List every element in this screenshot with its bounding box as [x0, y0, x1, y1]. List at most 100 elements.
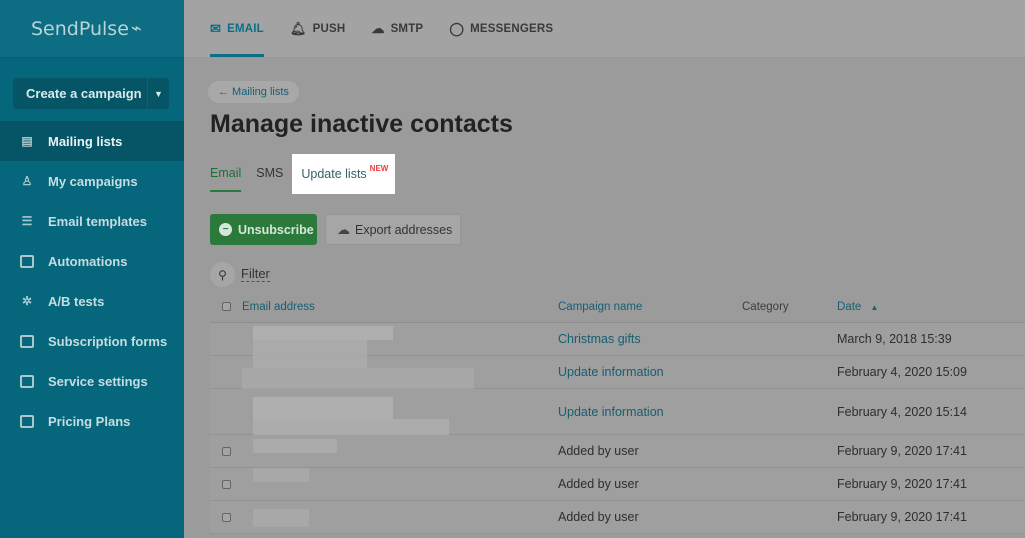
breadcrumb[interactable]: ← Mailing lists	[208, 81, 299, 103]
table-row[interactable]: Update information February 4, 2020 15:0…	[210, 356, 1025, 389]
unsubscribe-button[interactable]: − Unsubscribe	[210, 214, 317, 245]
create-campaign-button[interactable]: Create a campaign ▼	[13, 78, 169, 109]
cloud-icon: ☁	[371, 20, 385, 36]
campaign-icon: ♙	[21, 174, 33, 188]
page-title: Manage inactive contacts	[210, 110, 513, 138]
header-category: Category	[742, 300, 789, 313]
campaign-name: Added by user	[558, 477, 639, 491]
table-row[interactable]: Added by user February 9, 2020 17:41	[210, 435, 1025, 468]
table-row[interactable]: Added by user February 9, 2020 17:41	[210, 501, 1025, 534]
blurred-email	[242, 468, 558, 500]
blurred-email	[242, 389, 558, 435]
sidebar-item-label: A/B tests	[48, 293, 105, 309]
brand-name: SendPulse	[31, 17, 129, 40]
template-icon: ☰	[21, 214, 33, 228]
sendpulse-logo[interactable]: SendPulse ⌁	[0, 0, 184, 58]
sidebar-item-subscription-forms[interactable]: Subscription forms	[0, 321, 184, 361]
mail-icon: ✉	[210, 20, 222, 36]
automation-icon	[20, 254, 34, 268]
sidebar-item-service-settings[interactable]: Service settings	[0, 361, 184, 401]
tab-label: EMAIL	[227, 22, 264, 35]
sidebar-item-label: Service settings	[48, 373, 148, 389]
chevron-down-icon[interactable]: ▼	[147, 78, 169, 109]
blurred-email	[242, 323, 558, 356]
header-email[interactable]: Email address	[242, 301, 558, 313]
sidebar-item-label: Email templates	[48, 213, 147, 229]
tab-push[interactable]: 🔔︎ PUSH	[290, 0, 345, 57]
sidebar-item-label: Subscription forms	[48, 333, 168, 349]
table-row[interactable]: Added by user February 9, 2020 17:41	[210, 468, 1025, 501]
tab-smtp[interactable]: ☁ SMTP	[371, 0, 423, 57]
search-icon[interactable]: ⚲	[210, 262, 235, 287]
tab-email-contacts[interactable]: Email	[210, 154, 242, 192]
tab-update-lists[interactable]: Update lists NEW	[292, 154, 396, 194]
pulse-icon: ⌁	[130, 18, 142, 39]
header-campaign[interactable]: Campaign name	[558, 301, 742, 313]
settings-icon	[20, 374, 34, 388]
header-date[interactable]: Date ▲	[837, 301, 1025, 313]
row-checkbox[interactable]	[221, 479, 231, 489]
tab-label: SMS	[256, 166, 284, 180]
row-date: February 4, 2020 15:14	[837, 404, 967, 419]
table-row[interactable]: Christmas gifts March 9, 2018 15:39	[210, 323, 1025, 356]
sidebar-item-mailing-lists[interactable]: ▤ Mailing lists	[0, 121, 184, 161]
minus-circle-icon: −	[219, 223, 232, 236]
row-checkbox[interactable]	[221, 446, 231, 456]
campaign-name: Added by user	[558, 510, 639, 524]
export-addresses-button[interactable]: ☁ Export addresses	[325, 214, 461, 245]
sidebar-item-label: Pricing Plans	[48, 413, 131, 429]
campaign-link[interactable]: Christmas gifts	[558, 332, 742, 346]
ab-test-icon: ✲	[21, 294, 33, 308]
blurred-email	[242, 501, 558, 533]
sidebar-item-automations[interactable]: Automations	[0, 241, 184, 281]
sidebar-item-email-templates[interactable]: ☰ Email templates	[0, 201, 184, 241]
row-date: February 9, 2020 17:41	[837, 510, 967, 524]
unsubscribe-label: Unsubscribe	[238, 222, 314, 237]
main-content: ← Mailing lists Manage inactive contacts…	[184, 59, 1025, 538]
sidebar-item-ab-tests[interactable]: ✲ A/B tests	[0, 281, 184, 321]
row-date: February 9, 2020 17:41	[837, 444, 967, 458]
list-icon: ▤	[21, 134, 33, 148]
sort-asc-icon[interactable]: ▲	[871, 303, 879, 312]
new-badge: NEW	[369, 163, 389, 173]
sidebar-item-label: Mailing lists	[48, 133, 123, 149]
filter-label[interactable]: Filter	[241, 267, 270, 282]
tab-email[interactable]: ✉ EMAIL	[210, 0, 264, 57]
row-date: February 4, 2020 15:09	[837, 365, 967, 379]
sidebar-item-pricing-plans[interactable]: Pricing Plans	[0, 401, 184, 441]
bell-icon: 🔔︎	[289, 20, 307, 36]
blurred-email	[242, 435, 558, 467]
cloud-download-icon: ☁	[337, 221, 350, 237]
table-row[interactable]: Update information February 4, 2020 15:1…	[210, 389, 1025, 435]
header-date-label: Date	[837, 300, 862, 313]
sidebar: SendPulse ⌁ Create a campaign ▼ ▤ Mailin…	[0, 0, 184, 538]
tab-label: SMTP	[390, 22, 424, 35]
sidebar-item-label: Automations	[48, 253, 128, 269]
filter-control[interactable]: ⚲ Filter	[210, 262, 270, 287]
campaign-link[interactable]: Update information	[558, 365, 742, 379]
sidebar-item-my-campaigns[interactable]: ♙ My campaigns	[0, 161, 184, 201]
top-navigation: ✉ EMAIL 🔔︎ PUSH ☁ SMTP ◯ MESSENGERS	[184, 0, 1025, 58]
row-checkbox[interactable]	[221, 512, 231, 522]
pricing-icon	[20, 414, 34, 428]
tab-sms[interactable]: SMS	[256, 154, 283, 192]
tab-label: Update lists	[301, 167, 367, 181]
content-tabs: Email SMS Update lists NEW	[210, 154, 410, 194]
create-campaign-label: Create a campaign	[26, 86, 142, 101]
row-date: March 9, 2018 15:39	[837, 332, 952, 346]
export-label: Export addresses	[355, 222, 453, 237]
chat-icon: ◯	[449, 20, 465, 36]
contacts-table: Email address Campaign name Category Dat…	[210, 291, 1025, 534]
table-header: Email address Campaign name Category Dat…	[210, 291, 1025, 323]
row-date: February 9, 2020 17:41	[837, 477, 967, 491]
tab-label: Email	[210, 166, 242, 180]
campaign-link[interactable]: Update information	[558, 405, 742, 419]
blurred-email	[242, 356, 558, 389]
tab-messengers[interactable]: ◯ MESSENGERS	[449, 0, 553, 57]
sidebar-item-label: My campaigns	[48, 173, 138, 189]
campaign-name: Added by user	[558, 444, 639, 458]
select-all-checkbox[interactable]	[221, 302, 231, 311]
tab-label: PUSH	[312, 22, 346, 35]
tab-label: MESSENGERS	[470, 22, 554, 35]
form-icon	[20, 334, 34, 348]
